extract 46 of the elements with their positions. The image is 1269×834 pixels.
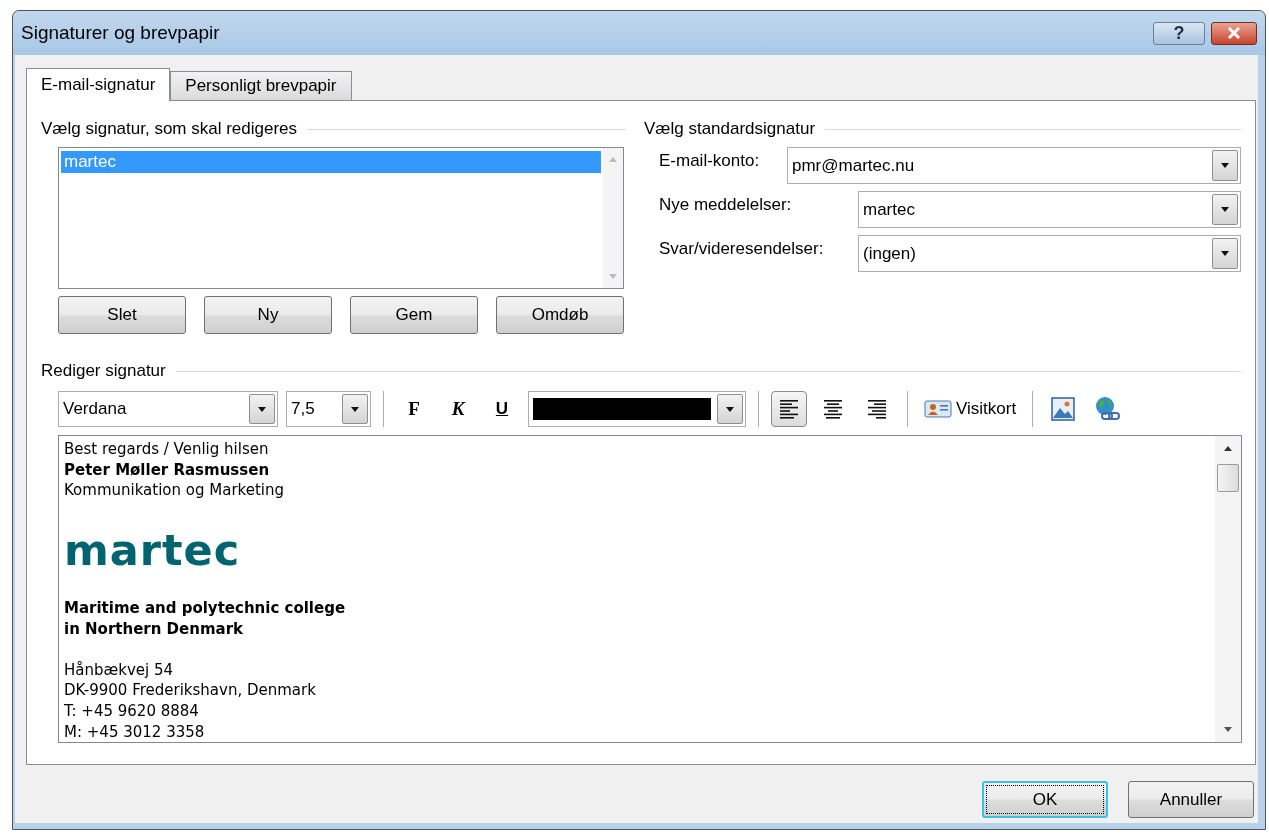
italic-button[interactable]: K [440, 391, 476, 427]
signature-line: Hånbækvej 54 [64, 659, 174, 681]
action-button[interactable]: Slet [58, 296, 186, 334]
contact-card-icon [924, 399, 952, 419]
font-color-dropdown[interactable] [528, 391, 746, 427]
globe-link-icon [1093, 395, 1122, 423]
signature-line: M: +45 3012 3358 [64, 721, 205, 742]
scroll-thumb[interactable] [1217, 464, 1239, 492]
signature-line: Kommunikation og Marketing [64, 480, 284, 501]
tab[interactable]: Personligt brevpapir [170, 71, 352, 100]
dropdown-field[interactable]: martec [858, 191, 1241, 228]
signature-line: Peter Møller Rasmussen [64, 459, 270, 481]
signature-line: T: +45 9620 8884 [64, 700, 199, 722]
field-label: Nye meddelelser: [659, 194, 793, 215]
signature-editor[interactable] [58, 435, 1242, 743]
font-dropdown[interactable]: Verdana [58, 391, 278, 427]
tab[interactable]: E-mail-signatur [26, 68, 171, 101]
close-icon [1226, 26, 1242, 40]
signature-line: Maritime and polytechnic college [64, 597, 346, 619]
signature-line: DK-9900 Frederikshavn, Denmark [64, 680, 316, 701]
close-button[interactable] [1211, 21, 1257, 45]
field-label: Svar/videresendelser: [659, 238, 825, 259]
ok-button[interactable]: OK [982, 781, 1108, 818]
cancel-button[interactable]: Annuller [1128, 781, 1254, 818]
scroll-bar[interactable] [603, 148, 623, 288]
action-button[interactable]: Ny [204, 296, 332, 334]
size-dropdown[interactable]: 7,5 [286, 391, 371, 427]
scroll-bar[interactable] [1215, 436, 1241, 742]
align-left-button[interactable] [771, 391, 807, 427]
group-heading: Vælg standardsignatur [644, 119, 816, 139]
picture-icon [1051, 397, 1076, 421]
group-heading: Rediger signatur [41, 361, 166, 381]
field-label: E-mail-konto: [659, 150, 761, 171]
action-button[interactable]: Gem [350, 296, 478, 334]
group-heading: Vælg signatur, som skal redigeres [41, 119, 298, 139]
logo: martec [64, 525, 241, 576]
signature-line: Best regards / Venlig hilsen [64, 439, 269, 460]
signature-line: in Northern Denmark [64, 618, 244, 640]
business-card-button[interactable]: Visitkort [920, 391, 1021, 427]
underline-button[interactable]: U [484, 391, 520, 427]
action-button[interactable]: Omdøb [496, 296, 624, 334]
window-title: Signaturer og brevpapir [21, 22, 221, 44]
dropdown-field[interactable]: (ingen) [858, 235, 1241, 272]
dropdown-field[interactable]: pmr@martec.nu [787, 147, 1241, 184]
help-button[interactable]: ? [1153, 21, 1205, 45]
bold-button[interactable]: F [396, 391, 432, 427]
